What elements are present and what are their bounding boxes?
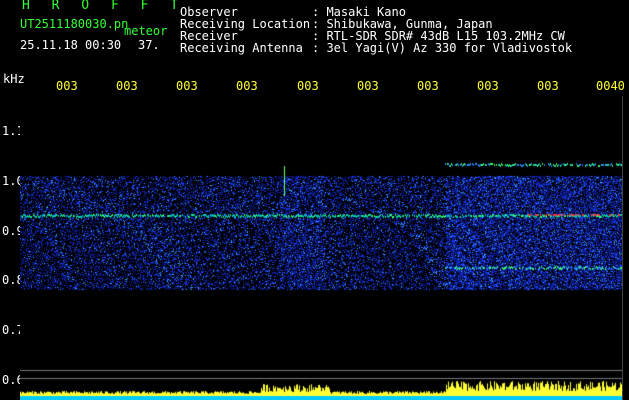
x-tick-10: 0040 <box>596 79 625 93</box>
app-brand: H R O F F T <box>22 0 186 13</box>
mode-label: meteor <box>124 24 168 38</box>
antenna-label: Receiving Antenna <box>180 41 303 55</box>
frequency-unit-label: kHz <box>3 72 25 86</box>
plot-right-border <box>622 96 623 400</box>
hroft-screen: H R O F F T UT2511180030.pn meteor 25.11… <box>0 0 629 400</box>
antenna-value: : 3el Yagi(V) Az 330 for Vladivostok <box>312 41 573 55</box>
meteor-count: 37. <box>138 38 160 52</box>
x-tick-5: 003 <box>297 80 319 92</box>
image-filename: UT2511180030.pn <box>20 17 129 31</box>
x-tick-1: 003 <box>56 80 78 92</box>
x-tick-2: 003 <box>116 80 138 92</box>
x-tick-3: 003 <box>176 80 198 92</box>
spectrogram-plot <box>20 96 622 400</box>
x-tick-7: 003 <box>417 80 439 92</box>
x-tick-4: 003 <box>236 80 258 92</box>
x-tick-9: 003 <box>537 80 559 92</box>
capture-datetime: 25.11.18 00:30 <box>20 38 122 52</box>
x-tick-6: 003 <box>357 80 379 92</box>
x-tick-8: 003 <box>477 80 499 92</box>
